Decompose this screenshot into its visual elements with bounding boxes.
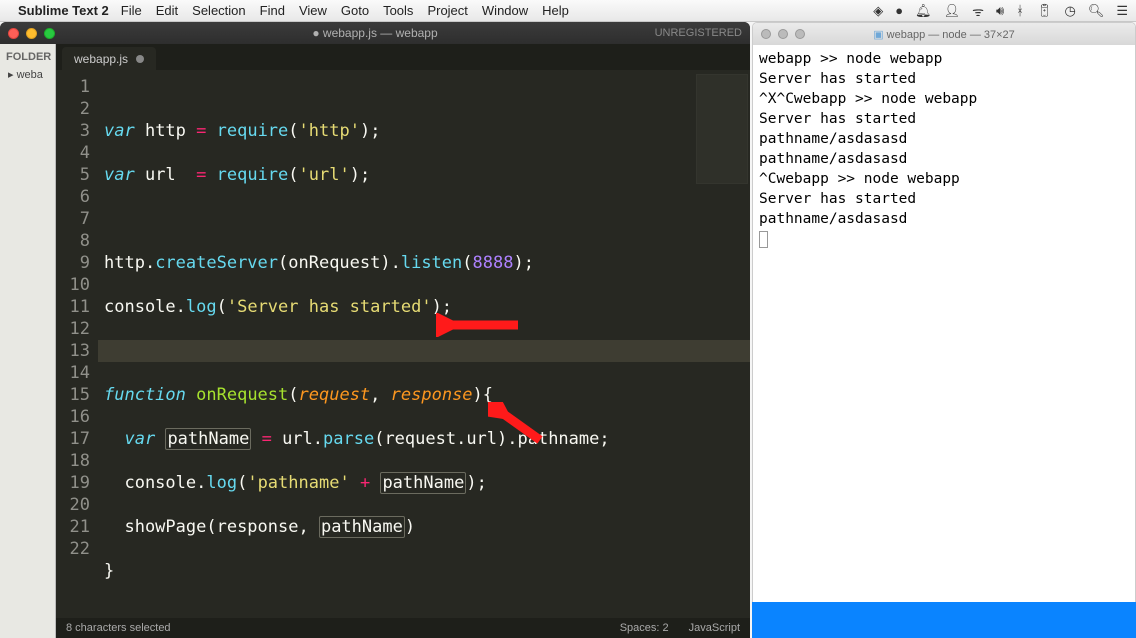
- dot-icon[interactable]: ●: [895, 3, 903, 18]
- tab-label: webapp.js: [74, 52, 128, 66]
- terminal-cursor: [759, 231, 768, 248]
- menu-icon[interactable]: ☰: [1116, 3, 1128, 19]
- battery-icon[interactable]: 🔋︎: [1036, 3, 1053, 19]
- menu-selection[interactable]: Selection: [192, 3, 245, 18]
- sidebar-header: FOLDER: [0, 48, 55, 66]
- sidebar[interactable]: FOLDER ▸ weba: [0, 44, 56, 638]
- menu-window[interactable]: Window: [482, 3, 528, 18]
- menubar-status-icons: ◈ ● 🔔︎ 👤︎ ᯤ 🔊︎ ᚼ 🔋︎ ◷ 🔍︎ ☰: [873, 2, 1128, 20]
- bluetooth-icon[interactable]: ᚼ: [1016, 3, 1024, 18]
- status-bar: 8 characters selected Spaces: 2 JavaScri…: [56, 618, 750, 638]
- tab-webapp[interactable]: webapp.js: [62, 47, 156, 70]
- drive-icon[interactable]: ◈: [873, 3, 883, 19]
- menu-help[interactable]: Help: [542, 3, 569, 18]
- terminal-titlebar[interactable]: ▣ webapp — node — 37×27: [753, 23, 1135, 45]
- app-name[interactable]: Sublime Text 2: [18, 3, 109, 18]
- wifi-icon[interactable]: ᯤ: [972, 2, 984, 20]
- sidebar-folder[interactable]: ▸ weba: [0, 66, 55, 83]
- status-spaces[interactable]: Spaces: 2: [620, 622, 669, 634]
- menu-find[interactable]: Find: [260, 3, 285, 18]
- dock-area: [752, 602, 1136, 638]
- menu-view[interactable]: View: [299, 3, 327, 18]
- sublime-window: ● webapp.js — webapp UNREGISTERED FOLDER…: [0, 22, 750, 638]
- mac-menubar: Sublime Text 2 File Edit Selection Find …: [0, 0, 1136, 22]
- menu-file[interactable]: File: [121, 3, 142, 18]
- menu-goto[interactable]: Goto: [341, 3, 369, 18]
- tab-bar: webapp.js: [56, 44, 750, 70]
- code-content[interactable]: var http = require('http'); var url = re…: [98, 70, 750, 618]
- dirty-indicator-icon: [136, 55, 144, 63]
- terminal-window: ▣ webapp — node — 37×27 webapp >> node w…: [752, 22, 1136, 622]
- terminal-title: ▣ webapp — node — 37×27: [753, 28, 1135, 41]
- terminal-output[interactable]: webapp >> node webapp Server has started…: [753, 45, 1135, 621]
- window-title: ● webapp.js — webapp: [0, 26, 750, 40]
- bell-icon[interactable]: 🔔︎: [915, 3, 932, 19]
- code-editor[interactable]: 12345678910111213141516171819202122 var …: [56, 70, 750, 618]
- search-icon[interactable]: 🔍︎: [1088, 3, 1105, 19]
- user-icon[interactable]: 👤︎: [944, 3, 961, 19]
- arrow-annotation-icon: [488, 358, 631, 490]
- clock-icon[interactable]: ◷: [1064, 3, 1075, 19]
- status-language[interactable]: JavaScript: [689, 622, 740, 634]
- sublime-titlebar[interactable]: ● webapp.js — webapp UNREGISTERED: [0, 22, 750, 44]
- menu-edit[interactable]: Edit: [156, 3, 178, 18]
- line-gutter: 12345678910111213141516171819202122: [56, 70, 98, 618]
- folder-icon: ▣: [873, 29, 886, 41]
- menu-project[interactable]: Project: [427, 3, 467, 18]
- menu-tools[interactable]: Tools: [383, 3, 413, 18]
- volume-icon[interactable]: 🔊︎: [996, 3, 1004, 19]
- status-selection: 8 characters selected: [66, 622, 171, 634]
